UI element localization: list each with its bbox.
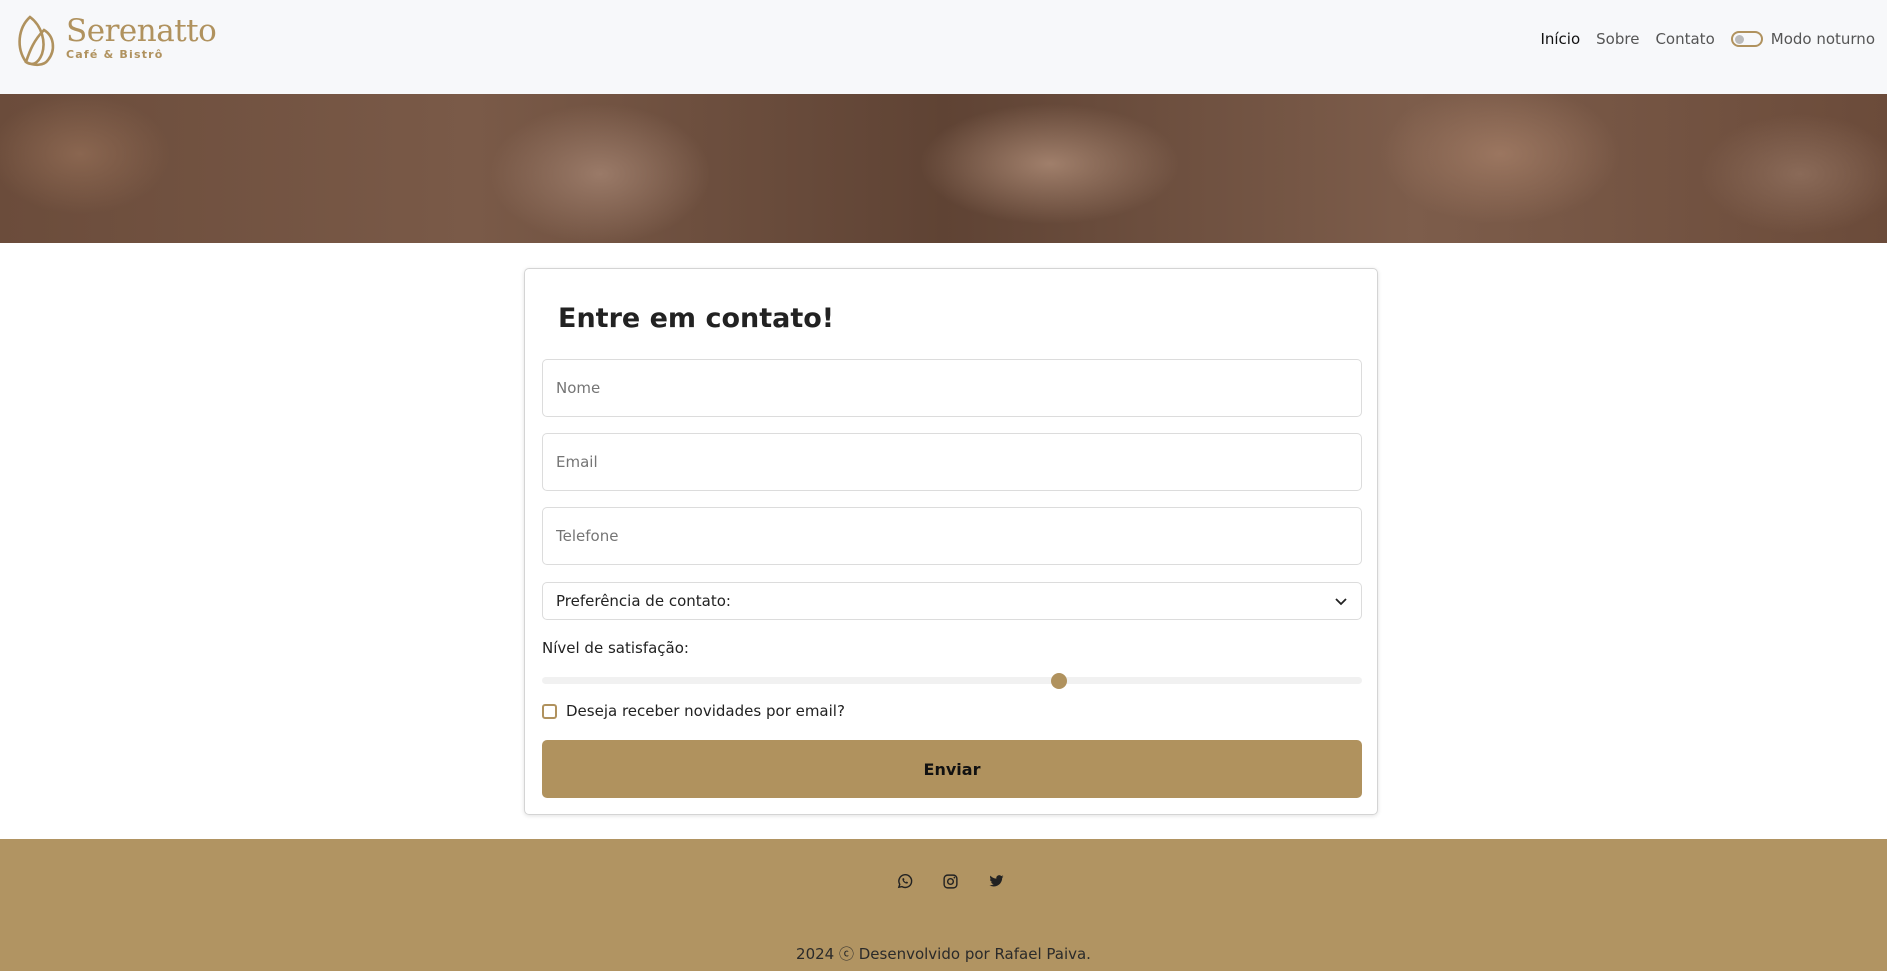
satisfaction-slider[interactable]	[542, 673, 1362, 689]
checkbox-box[interactable]	[542, 703, 557, 719]
hero-coffee-beans-image	[0, 94, 1887, 243]
phone-input[interactable]	[542, 507, 1362, 565]
nav-sobre[interactable]: Sobre	[1596, 30, 1639, 48]
contact-form: Entre em contato! Preferência de contato…	[524, 268, 1378, 815]
site-footer: 2024 ⓒ Desenvolvido por Rafael Paiva.	[0, 839, 1887, 971]
chevron-down-icon	[1335, 598, 1347, 606]
brand-tagline: Café & Bistrô	[66, 48, 164, 61]
slider-thumb[interactable]	[1050, 673, 1067, 689]
copyright-text: 2024 ⓒ Desenvolvido por Rafael Paiva.	[796, 945, 1091, 963]
satisfaction-label: Nível de satisfação:	[542, 639, 689, 657]
select-value: Preferência de contato:	[556, 592, 731, 610]
nav-contato[interactable]: Contato	[1655, 30, 1714, 48]
newsletter-checkbox[interactable]: Deseja receber novidades por email?	[542, 702, 845, 720]
instagram-icon[interactable]	[942, 873, 959, 890]
logo[interactable]: Serenatto Café & Bistrô	[16, 13, 217, 68]
dark-mode-toggle[interactable]: Modo noturno	[1730, 30, 1875, 48]
coffee-leaf-logo-icon	[18, 15, 55, 67]
contact-preference-select[interactable]: Preferência de contato:	[542, 582, 1362, 620]
submit-button[interactable]: Enviar	[542, 740, 1362, 798]
nav-inicio[interactable]: Início	[1540, 30, 1580, 48]
name-input[interactable]	[542, 359, 1362, 417]
main-nav: Início Sobre Contato Modo noturno	[1540, 30, 1875, 48]
newsletter-label: Deseja receber novidades por email?	[566, 702, 845, 720]
site-header: Serenatto Café & Bistrô Início Sobre Con…	[0, 0, 1887, 94]
twitter-icon[interactable]	[988, 873, 1005, 890]
whatsapp-icon[interactable]	[896, 873, 913, 890]
toggle-switch[interactable]	[1730, 31, 1763, 47]
dark-mode-label: Modo noturno	[1770, 30, 1875, 48]
email-input[interactable]	[542, 433, 1362, 491]
brand-name: Serenatto	[66, 13, 217, 49]
form-title: Entre em contato!	[558, 303, 835, 334]
